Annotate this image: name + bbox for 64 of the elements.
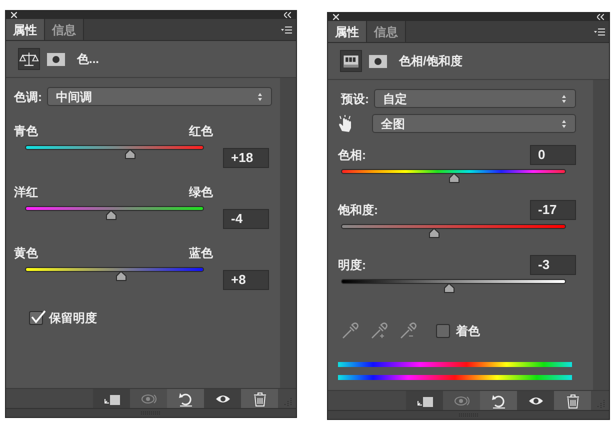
value-field[interactable]: +18 bbox=[223, 148, 269, 168]
footer-button[interactable] bbox=[554, 391, 591, 410]
dropdown[interactable]: 自定 bbox=[374, 89, 576, 108]
checkbox[interactable] bbox=[29, 311, 43, 325]
footer-button[interactable] bbox=[167, 389, 204, 408]
panel-title: 色相/饱和度 bbox=[399, 53, 462, 70]
footer-button[interactable] bbox=[241, 389, 278, 408]
close-icon[interactable] bbox=[11, 12, 17, 18]
value-field[interactable]: -4 bbox=[223, 209, 269, 229]
field-label: 预设: bbox=[341, 90, 370, 108]
field-label: 色调: bbox=[14, 88, 43, 106]
footer-button[interactable] bbox=[93, 389, 130, 408]
tab[interactable]: 信息 bbox=[45, 19, 84, 40]
slider-label: 黄色 bbox=[14, 245, 38, 262]
slider-label: 色相: bbox=[338, 147, 366, 164]
value-field[interactable]: +8 bbox=[223, 270, 269, 290]
slider-track[interactable] bbox=[25, 206, 204, 221]
adjustment-button[interactable] bbox=[340, 50, 362, 72]
menu-icon[interactable] bbox=[281, 26, 292, 34]
dropdown[interactable]: 全图 bbox=[372, 114, 576, 133]
eyedropper-plus-icon[interactable] bbox=[370, 322, 388, 340]
slider-label: 青色 bbox=[14, 123, 38, 140]
slider-label: 明度: bbox=[338, 257, 366, 274]
slider-track[interactable] bbox=[341, 279, 566, 294]
slider-track[interactable] bbox=[25, 145, 204, 160]
slider-label: 饱和度: bbox=[338, 202, 378, 219]
value-field[interactable]: -3 bbox=[530, 255, 576, 275]
slider-track[interactable] bbox=[341, 224, 566, 239]
eyedropper-icon[interactable] bbox=[341, 322, 359, 340]
up-down-icon bbox=[561, 94, 567, 104]
scrollbar[interactable] bbox=[280, 78, 296, 388]
hand-icon[interactable] bbox=[336, 114, 353, 132]
mask-icon[interactable] bbox=[47, 52, 65, 66]
tab[interactable]: 属性 bbox=[6, 19, 45, 40]
eyedropper-minus-icon[interactable] bbox=[399, 322, 417, 340]
slider-label: 红色 bbox=[189, 123, 213, 140]
checkbox-label: 保留明度 bbox=[49, 310, 97, 327]
checkbox-label: 着色 bbox=[456, 323, 480, 340]
footer-button[interactable] bbox=[406, 391, 443, 410]
up-down-icon bbox=[257, 92, 263, 102]
value-field[interactable]: 0 bbox=[530, 145, 576, 165]
tab[interactable]: 信息 bbox=[367, 21, 406, 42]
dropdown[interactable]: 中间调 bbox=[47, 87, 272, 106]
tab[interactable]: 属性 bbox=[328, 21, 367, 42]
adjustment-button[interactable] bbox=[18, 48, 40, 70]
checkbox[interactable] bbox=[436, 324, 450, 338]
menu-icon[interactable] bbox=[594, 28, 605, 36]
footer-button[interactable] bbox=[517, 391, 554, 410]
up-down-icon bbox=[561, 118, 567, 128]
mask-icon[interactable] bbox=[369, 54, 387, 68]
value-field[interactable]: -17 bbox=[530, 200, 576, 220]
collapse-icon[interactable] bbox=[284, 12, 291, 18]
scrollbar[interactable] bbox=[593, 80, 609, 390]
slider-label: 蓝色 bbox=[189, 245, 213, 262]
slider-label: 洋红 bbox=[14, 184, 38, 201]
slider-track[interactable] bbox=[25, 267, 204, 282]
footer-button[interactable] bbox=[204, 389, 241, 408]
close-icon[interactable] bbox=[333, 14, 339, 20]
panel-title: 色... bbox=[77, 51, 100, 68]
collapse-icon[interactable] bbox=[597, 14, 604, 20]
slider-track[interactable] bbox=[341, 169, 566, 184]
slider-label: 绿色 bbox=[189, 184, 213, 201]
check-icon bbox=[30, 310, 46, 324]
footer-button[interactable] bbox=[480, 391, 517, 410]
